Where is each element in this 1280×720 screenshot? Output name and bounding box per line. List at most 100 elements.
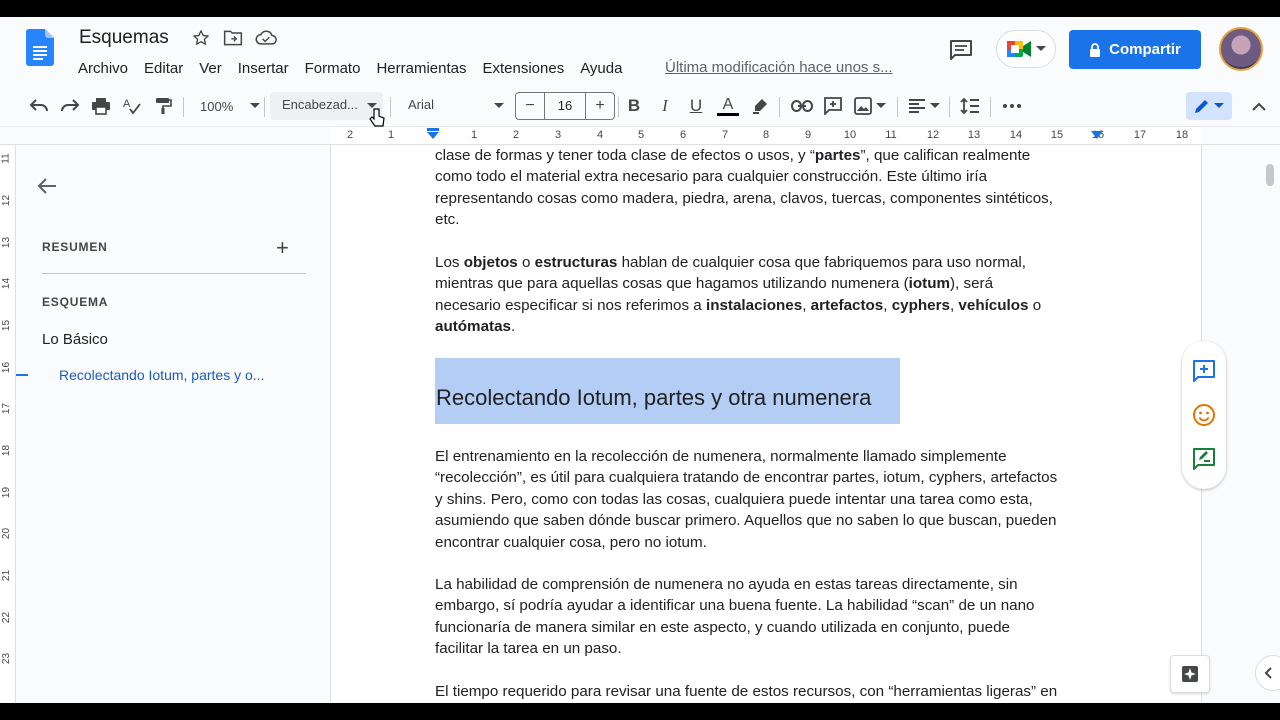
pencil-icon bbox=[1195, 100, 1208, 113]
paragraph-5[interactable]: El tiempo requerido para revisar una fue… bbox=[435, 681, 1105, 702]
ruler-number: 3 bbox=[554, 129, 562, 141]
menu-insertar[interactable]: Insertar bbox=[230, 58, 297, 79]
outline-divider bbox=[42, 273, 306, 274]
line-spacing-icon[interactable] bbox=[958, 94, 982, 118]
text-line: clase de formas y tener toda clase de ef… bbox=[435, 147, 1031, 164]
outline-item-lo-basico[interactable]: Lo Básico bbox=[42, 331, 108, 348]
ruler-number: 15 bbox=[1050, 129, 1064, 141]
last-modified-link[interactable]: Última modificación hace unos s... bbox=[665, 59, 893, 76]
ruler-number: 11 bbox=[0, 153, 12, 164]
paragraph-2[interactable]: Los objetos o estructuras hablan de cual… bbox=[435, 252, 1105, 338]
ruler-number: 14 bbox=[1, 277, 13, 290]
menu-editar[interactable]: Editar bbox=[136, 58, 191, 79]
collapse-menus-icon[interactable] bbox=[1248, 94, 1270, 118]
ruler-number: 20 bbox=[1, 527, 13, 540]
menu-formato[interactable]: Formato bbox=[297, 58, 369, 79]
back-arrow-icon[interactable] bbox=[36, 175, 58, 197]
align-icon[interactable] bbox=[906, 94, 942, 118]
document-page[interactable]: clase de formas y tener toda clase de ef… bbox=[330, 145, 1202, 703]
paragraph-3[interactable]: El entrenamiento en la recolección de nu… bbox=[435, 446, 1105, 553]
explore-button[interactable] bbox=[1170, 655, 1210, 693]
zoom-select[interactable]: 100% bbox=[194, 94, 260, 118]
avatar[interactable] bbox=[1219, 27, 1263, 71]
font-select[interactable]: Arial bbox=[400, 92, 510, 120]
outline-current-marker bbox=[16, 374, 28, 376]
side-panel-toggle[interactable] bbox=[1255, 655, 1280, 691]
floating-actions bbox=[1182, 341, 1226, 489]
ruler-number: 1 bbox=[387, 129, 395, 141]
font-size-input[interactable]: 16 bbox=[544, 93, 586, 119]
insert-image-icon[interactable] bbox=[852, 94, 888, 118]
increase-font-size-button[interactable]: + bbox=[586, 93, 614, 119]
meet-icon bbox=[1007, 41, 1031, 57]
spellcheck-icon[interactable]: A bbox=[121, 94, 143, 118]
text-color-icon[interactable]: A bbox=[716, 94, 740, 118]
comments-history-icon[interactable] bbox=[946, 35, 976, 65]
undo-icon[interactable] bbox=[28, 94, 50, 118]
ruler-number: 18 bbox=[1, 444, 13, 457]
docs-logo-icon[interactable] bbox=[26, 29, 54, 66]
paragraph-4[interactable]: La habilidad de comprensión de numenera … bbox=[435, 574, 1105, 660]
add-comment-icon[interactable] bbox=[1192, 359, 1216, 383]
suggest-edits-icon[interactable] bbox=[1192, 447, 1216, 471]
paragraph-style-select[interactable]: Encabezad... bbox=[270, 92, 383, 120]
scrollbar[interactable] bbox=[1266, 164, 1274, 186]
vertical-ruler[interactable]: 11 12 13 14 15 16 17 18 19 20 21 22 23 bbox=[0, 145, 16, 703]
paint-format-icon[interactable] bbox=[152, 94, 174, 118]
add-comment-icon[interactable] bbox=[822, 94, 844, 118]
menu-ver[interactable]: Ver bbox=[191, 58, 230, 79]
menu-herramientas[interactable]: Herramientas bbox=[368, 58, 474, 79]
document-title[interactable]: Esquemas bbox=[79, 27, 169, 49]
print-icon[interactable] bbox=[90, 94, 112, 118]
menu-ayuda[interactable]: Ayuda bbox=[572, 58, 630, 79]
italic-icon[interactable]: I bbox=[654, 94, 676, 118]
hand-cursor-icon bbox=[369, 108, 385, 127]
left-indent-marker-icon[interactable] bbox=[426, 128, 440, 140]
redo-icon[interactable] bbox=[59, 94, 81, 118]
ruler-number: 17 bbox=[1133, 129, 1147, 141]
ruler-number: 19 bbox=[1, 486, 13, 499]
chevron-left-icon bbox=[1264, 667, 1272, 679]
emoji-reaction-icon[interactable] bbox=[1192, 403, 1216, 427]
document-outline-panel: RESUMEN + ESQUEMA Lo Básico Recolectando… bbox=[16, 145, 328, 703]
right-indent-marker-icon[interactable] bbox=[1090, 131, 1104, 140]
text-line: embargo, sí podría ayudar a identificar … bbox=[435, 597, 1035, 615]
text-line: necesario especificar si nos referimos a… bbox=[435, 296, 1042, 314]
share-button[interactable]: Compartir bbox=[1069, 30, 1201, 69]
meet-button[interactable] bbox=[996, 30, 1056, 68]
add-summary-button[interactable]: + bbox=[276, 237, 289, 259]
ruler-number: 5 bbox=[637, 129, 645, 141]
bold-icon[interactable]: B bbox=[623, 94, 645, 118]
ruler-number: 9 bbox=[804, 129, 812, 141]
text-line: El tiempo requerido para revisar una fue… bbox=[435, 683, 1058, 700]
more-options-icon[interactable] bbox=[1000, 94, 1024, 118]
share-label: Compartir bbox=[1109, 41, 1181, 58]
decrease-font-size-button[interactable]: − bbox=[516, 93, 544, 119]
editing-mode-button[interactable] bbox=[1186, 92, 1232, 120]
outline-item-recolectando[interactable]: Recolectando Iotum, partes y o... bbox=[59, 367, 264, 383]
menu-extensiones[interactable]: Extensiones bbox=[474, 58, 572, 79]
highlight-icon[interactable] bbox=[749, 94, 771, 118]
horizontal-ruler[interactable]: 2 1 1 2 3 4 5 6 7 8 9 10 11 12 13 14 15 … bbox=[330, 127, 1202, 145]
ruler-number: 2 bbox=[512, 129, 520, 141]
cloud-status-icon[interactable] bbox=[255, 27, 277, 49]
toolbar-divider bbox=[779, 97, 780, 117]
heading-recolectando[interactable]: Recolectando Iotum, partes y otra numene… bbox=[436, 385, 871, 411]
ruler-number: 11 bbox=[885, 129, 897, 141]
underline-icon[interactable]: U bbox=[685, 94, 707, 118]
font-value: Arial bbox=[408, 97, 435, 112]
menu-archivo[interactable]: Archivo bbox=[70, 58, 136, 79]
text-line: funcionaría de manera similar en este as… bbox=[435, 618, 1010, 636]
text-line: como todo el material extra necesario pa… bbox=[435, 168, 988, 186]
text-line: etc. bbox=[435, 211, 460, 229]
text-line: El entrenamiento en la recolección de nu… bbox=[435, 448, 1007, 465]
text-line: mientras que para aquellas cosas que hag… bbox=[435, 275, 994, 293]
link-icon[interactable] bbox=[790, 94, 814, 118]
star-icon[interactable] bbox=[190, 27, 212, 49]
svg-text:A: A bbox=[123, 98, 131, 110]
text-line: y shins. Pero, como con todas las cosas,… bbox=[435, 490, 1033, 508]
ruler-number: 14 bbox=[1009, 129, 1023, 141]
toolbar-divider bbox=[390, 97, 391, 117]
paragraph-1[interactable]: clase de formas y tener toda clase de ef… bbox=[435, 145, 1105, 231]
move-folder-icon[interactable] bbox=[222, 27, 244, 49]
